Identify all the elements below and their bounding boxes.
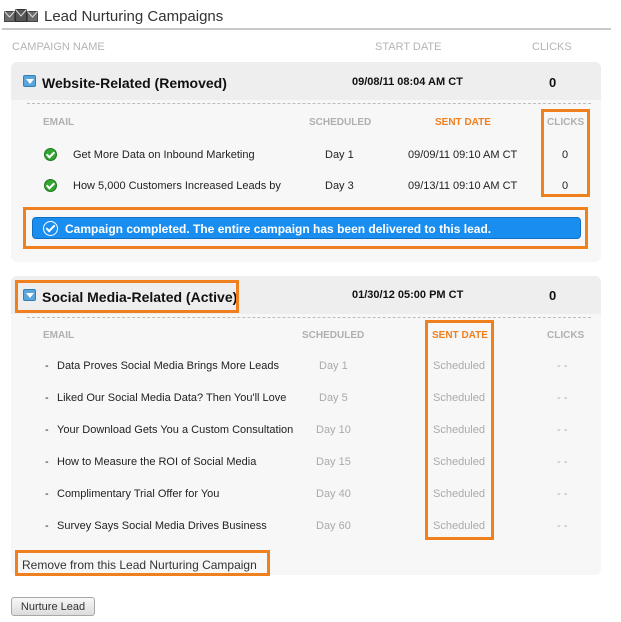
column-header-campaign-name: CAMPAIGN NAME: [12, 41, 105, 53]
campaign-name[interactable]: Website-Related (Removed): [42, 75, 227, 91]
email-scheduled: Day 10: [316, 424, 351, 436]
email-clicks: - -: [557, 520, 568, 532]
email-scheduled: Day 1: [325, 149, 354, 161]
highlight-sent-date-column: [425, 320, 494, 540]
page-title: Lead Nurturing Campaigns: [44, 8, 224, 25]
envelopes-icon: [4, 9, 38, 22]
email-name[interactable]: How to Measure the ROI of Social Media: [57, 456, 256, 468]
email-clicks: - -: [557, 360, 568, 372]
email-clicks: - -: [557, 424, 568, 436]
email-name[interactable]: Get More Data on Inbound Marketing: [73, 149, 255, 161]
collapse-toggle-icon[interactable]: [23, 75, 36, 87]
subheader-email: EMAIL: [43, 330, 75, 341]
email-scheduled: Day 5: [319, 392, 348, 404]
subheader-scheduled: SCHEDULED: [309, 117, 372, 128]
highlight-clicks-column: [541, 109, 590, 197]
email-name[interactable]: Survey Says Social Media Drives Business: [57, 520, 267, 532]
email-name[interactable]: Complimentary Trial Offer for You: [57, 488, 219, 500]
list-bullet: -: [45, 456, 49, 468]
email-name[interactable]: Your Download Gets You a Custom Consulta…: [57, 424, 293, 436]
highlight-campaign-name: [15, 280, 239, 313]
email-clicks: - -: [557, 392, 568, 404]
column-header-start-date: START DATE: [375, 41, 442, 53]
email-name[interactable]: Liked Our Social Media Data? Then You'll…: [57, 392, 286, 404]
subheader-clicks: CLICKS: [547, 330, 585, 341]
subheader-sent-date: SENT DATE: [435, 117, 491, 128]
divider: [27, 317, 591, 318]
divider: [27, 103, 591, 104]
campaign-start-date: 09/08/11 08:04 AM CT: [352, 76, 463, 88]
email-scheduled: Day 3: [325, 180, 354, 192]
email-clicks: - -: [557, 456, 568, 468]
email-scheduled: Day 15: [316, 456, 351, 468]
list-bullet: -: [45, 392, 49, 404]
subheader-email: EMAIL: [43, 117, 75, 128]
email-scheduled: Day 60: [316, 520, 351, 532]
email-name[interactable]: Data Proves Social Media Brings More Lea…: [57, 360, 279, 372]
page-header: Lead Nurturing Campaigns: [2, 0, 611, 30]
sent-check-icon: [44, 148, 57, 161]
email-name[interactable]: How 5,000 Customers Increased Leads by: [73, 180, 281, 192]
list-bullet: -: [45, 424, 49, 436]
nurture-lead-button[interactable]: Nurture Lead: [11, 597, 95, 616]
list-bullet: -: [45, 360, 49, 372]
list-bullet: -: [45, 488, 49, 500]
email-clicks: - -: [557, 488, 568, 500]
highlight-remove-link: [15, 550, 270, 576]
highlight-completed-banner: [23, 207, 588, 249]
sent-check-icon: [44, 179, 57, 192]
campaign-clicks: 0: [549, 75, 557, 90]
email-scheduled: Day 1: [319, 360, 348, 372]
email-sent-date: 09/13/11 09:10 AM CT: [408, 180, 518, 192]
campaign-panel-social-media: Social Media-Related (Active) 01/30/12 0…: [11, 276, 601, 575]
email-scheduled: Day 40: [316, 488, 351, 500]
subheader-scheduled: SCHEDULED: [302, 330, 365, 341]
list-bullet: -: [45, 520, 49, 532]
campaign-clicks: 0: [549, 288, 557, 303]
column-header-clicks: CLICKS: [532, 41, 572, 53]
campaign-start-date: 01/30/12 05:00 PM CT: [352, 289, 464, 301]
email-sent-date: 09/09/11 09:10 AM CT: [408, 149, 518, 161]
